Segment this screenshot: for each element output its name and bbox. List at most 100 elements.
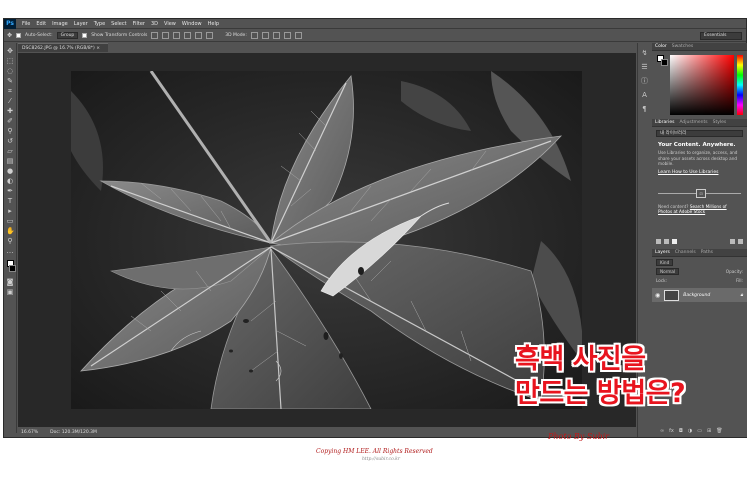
path-select-icon[interactable]: ▸	[6, 207, 14, 215]
library-stock-text: Need content? Search Millions of Photos …	[658, 204, 741, 215]
library-slider-knob[interactable]: ⊡	[696, 188, 706, 198]
cloud-icon[interactable]	[730, 239, 735, 244]
blend-mode-dropdown[interactable]: Normal	[656, 268, 680, 275]
shape-tool-icon[interactable]: ▭	[6, 217, 14, 225]
add-graphic-icon[interactable]	[664, 239, 669, 244]
3d-roll-icon[interactable]	[261, 32, 269, 39]
zoom-readout[interactable]: 16.67%	[21, 430, 38, 435]
align-middle-icon[interactable]	[162, 32, 170, 39]
menu-layer[interactable]: Layer	[71, 21, 91, 27]
pen-tool-icon[interactable]: ✒	[6, 187, 14, 195]
fill-label: Fill:	[735, 278, 743, 283]
zoom-tool-icon[interactable]: ⚲	[6, 237, 14, 245]
tab-color[interactable]: Color	[655, 44, 667, 49]
folder-icon[interactable]: ▭	[697, 428, 702, 435]
trash-icon[interactable]	[738, 239, 743, 244]
link-layers-icon[interactable]: ∞	[660, 428, 664, 435]
dodge-icon[interactable]: ◐	[6, 177, 14, 185]
library-view-slider[interactable]: ⊡	[658, 188, 741, 198]
align-top-icon[interactable]	[151, 32, 159, 39]
info-icon[interactable]: ⓘ	[641, 77, 649, 85]
lock-icon: 🔒︎	[740, 292, 743, 298]
3d-scale-icon[interactable]	[294, 32, 302, 39]
doc-size-readout[interactable]: Doc: 120.3M/120.3M	[50, 430, 97, 435]
workspace-dropdown[interactable]: Essentials	[700, 32, 742, 40]
3d-slide-icon[interactable]	[283, 32, 291, 39]
move-tool-icon[interactable]: ✥	[6, 47, 14, 55]
adjustment-icon[interactable]: ◑	[688, 428, 692, 435]
marquee-tool-icon[interactable]: ⬚	[6, 57, 14, 65]
delete-layer-icon[interactable]: 🗑︎	[716, 428, 722, 435]
tab-styles[interactable]: Styles	[713, 120, 727, 125]
hue-slider[interactable]	[737, 55, 743, 115]
libraries-panel: Libraries Adjustments Styles 내 라이브러리 You…	[652, 119, 747, 247]
document-tab[interactable]: DSC8262.JPG @ 16.7% (RGB/8*) ×	[18, 43, 108, 52]
panel-background-swatch[interactable]	[661, 59, 668, 66]
crop-tool-icon[interactable]: ⌗	[6, 87, 14, 95]
show-transform-checkbox[interactable]	[82, 33, 88, 38]
auto-align-icon[interactable]	[206, 32, 214, 39]
add-color-icon[interactable]	[672, 239, 677, 244]
background-color-swatch[interactable]	[9, 265, 16, 272]
color-panel-tabs: Color Swatches	[652, 43, 747, 51]
fx-icon[interactable]: fx	[669, 428, 674, 435]
menu-filter[interactable]: Filter	[130, 21, 148, 27]
mask-icon[interactable]: ◘	[679, 428, 683, 435]
copyright-url: http://subir.co.kr	[362, 457, 401, 462]
blur-icon[interactable]: ●	[6, 167, 14, 175]
menu-select[interactable]: Select	[108, 21, 129, 27]
tab-layers[interactable]: Layers	[655, 250, 670, 255]
menu-window[interactable]: Window	[179, 21, 205, 27]
more-tools-icon[interactable]: …	[6, 247, 14, 255]
opacity-label: Opacity:	[725, 269, 743, 274]
clone-stamp-icon[interactable]: ⚲	[6, 127, 14, 135]
eraser-icon[interactable]: ▱	[6, 147, 14, 155]
kind-filter-dropdown[interactable]: Kind	[656, 259, 674, 266]
menu-help[interactable]: Help	[205, 21, 222, 27]
new-layer-icon[interactable]: ⊞	[707, 428, 711, 435]
3d-rotate-icon[interactable]	[250, 32, 258, 39]
color-picker-field[interactable]	[670, 55, 734, 115]
menu-bar: Ps File Edit Image Layer Type Select Fil…	[4, 18, 746, 29]
layer-thumbnail	[664, 289, 680, 301]
tab-channels[interactable]: Channels	[675, 250, 696, 255]
history-brush-icon[interactable]: ↺	[6, 137, 14, 145]
menu-edit[interactable]: Edit	[33, 21, 49, 27]
menu-view[interactable]: View	[161, 21, 179, 27]
quick-select-icon[interactable]: ✎	[6, 77, 14, 85]
character-icon[interactable]: A	[641, 91, 649, 99]
type-tool-icon[interactable]: T	[6, 197, 14, 205]
hand-tool-icon[interactable]: ✋	[6, 227, 15, 235]
distribute-icon[interactable]	[184, 32, 192, 39]
history-icon[interactable]: ↯	[641, 49, 649, 57]
screen-mode-icon[interactable]: ▣	[6, 288, 14, 296]
gradient-icon[interactable]: ▤	[6, 157, 14, 165]
align-bottom-icon[interactable]	[173, 32, 181, 39]
tab-adjustments[interactable]: Adjustments	[679, 120, 707, 125]
auto-select-checkbox[interactable]	[16, 33, 22, 38]
layer-name: Background	[683, 292, 711, 298]
quick-mask-icon[interactable]: ◙	[6, 278, 14, 286]
brush-tool-icon[interactable]: ✐	[6, 117, 14, 125]
properties-icon[interactable]: ☰	[641, 63, 649, 71]
menu-file[interactable]: File	[19, 21, 33, 27]
visibility-eye-icon[interactable]: ◉	[655, 292, 660, 299]
lasso-tool-icon[interactable]: ◌	[6, 67, 14, 75]
tab-swatches[interactable]: Swatches	[672, 44, 694, 49]
eyedropper-icon[interactable]: ⁄	[6, 97, 14, 105]
menu-3d[interactable]: 3D	[148, 21, 161, 27]
add-content-icon[interactable]	[656, 239, 661, 244]
tab-paths[interactable]: Paths	[701, 250, 713, 255]
healing-brush-icon[interactable]: ✚	[6, 107, 14, 115]
3d-pan-icon[interactable]	[272, 32, 280, 39]
library-dropdown[interactable]: 내 라이브러리	[656, 130, 743, 137]
paragraph-icon[interactable]: ¶	[641, 105, 649, 113]
layer-background[interactable]: ◉ Background 🔒︎	[652, 288, 747, 302]
tab-libraries[interactable]: Libraries	[655, 120, 674, 125]
distribute-h-icon[interactable]	[195, 32, 203, 39]
auto-select-dropdown[interactable]: Group	[56, 32, 79, 39]
library-learn-link[interactable]: Learn How to Use Libraries	[658, 170, 741, 175]
move-tool-icon[interactable]: ✥	[7, 32, 12, 39]
menu-image[interactable]: Image	[49, 21, 71, 27]
menu-type[interactable]: Type	[91, 21, 108, 27]
